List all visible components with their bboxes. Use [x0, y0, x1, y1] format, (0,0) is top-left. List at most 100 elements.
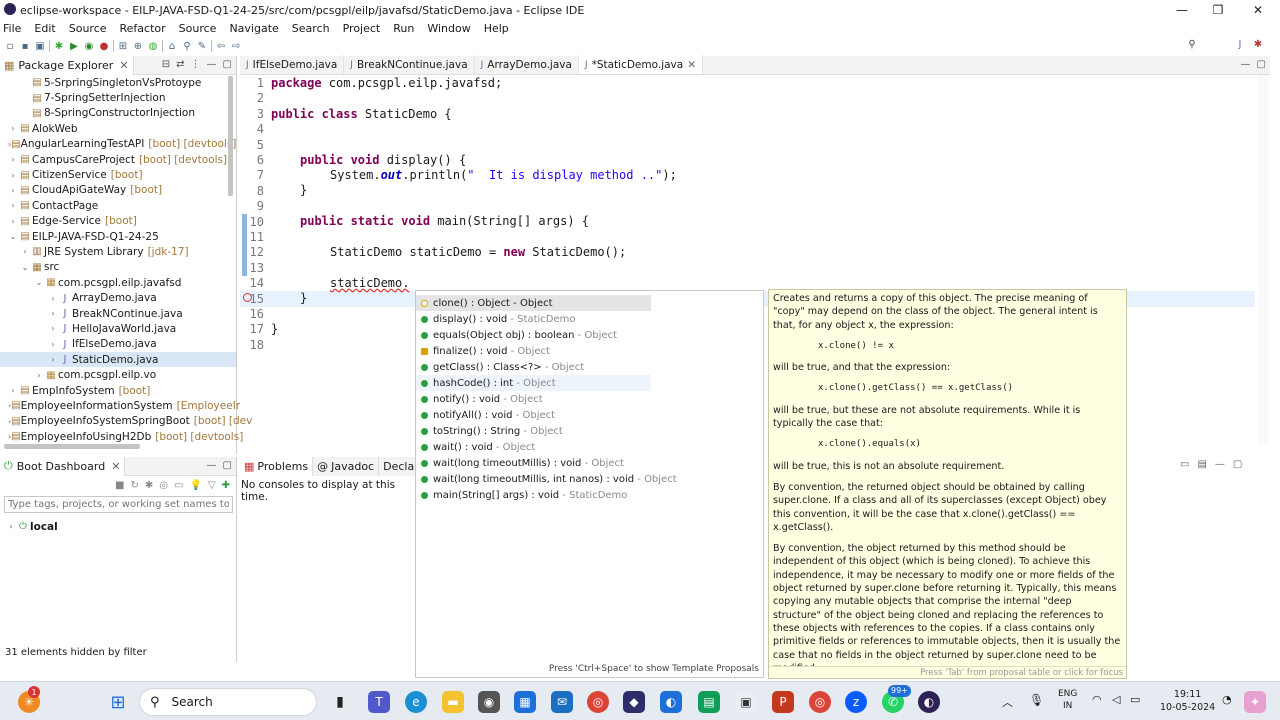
tab-ifelsedemo[interactable]: J IfElseDemo.java [240, 55, 345, 74]
expand-arrow-icon[interactable]: › [20, 247, 30, 256]
menu-search[interactable]: Search [292, 22, 330, 35]
chrome-icon[interactable]: ◎ [587, 691, 609, 713]
expand-arrow-icon[interactable]: › [8, 217, 18, 226]
maximize-view-icon[interactable]: ▢ [223, 59, 232, 70]
link-editor-icon[interactable]: ⇄ [176, 59, 184, 70]
tree-item[interactable]: ▤ 7-SpringSetterInjection [0, 90, 236, 105]
tab-package-explorer[interactable]: ▦ Package Explorer ✕ [0, 55, 134, 75]
new-package-icon[interactable]: ⊕ [132, 41, 144, 52]
powerpoint-icon[interactable]: P [772, 691, 794, 713]
tree-item[interactable]: › ▤ AngularLearningTestAPI [boot] [devtools… [0, 137, 236, 152]
menu-window[interactable]: Window [427, 22, 470, 35]
tree-item[interactable]: › ▤ EmployeeInfoUsingH2Db [boot] [devtools] [0, 429, 243, 444]
expand-arrow-icon[interactable]: ⌄ [34, 278, 44, 287]
restart-icon[interactable]: ↻ [130, 480, 138, 491]
tree-item[interactable]: › J IfElseDemo.java [0, 337, 236, 352]
tab-arraydemo[interactable]: J ArrayDemo.java [475, 55, 579, 74]
expand-arrow-icon[interactable]: › [8, 155, 18, 164]
tree-item[interactable]: › ▥ JRE System Library [jdk-17] [0, 244, 236, 259]
proposal-item[interactable]: equals(Object obj) : boolean - Object [416, 327, 763, 343]
tree-item[interactable]: ⌄ ▦ src [0, 260, 236, 275]
open-type-icon[interactable]: ⌂ [166, 41, 178, 52]
collapse-all-icon[interactable]: ⊟ [162, 59, 170, 70]
coverage-icon[interactable]: ◉ [83, 41, 95, 52]
task-view-icon[interactable]: ▮ [329, 691, 351, 713]
proposal-item[interactable]: display() : void - StaticDemo [416, 311, 763, 327]
tree-item[interactable]: › ▦ com.pcsgpl.eilp.vo [0, 367, 236, 382]
expand-arrow-icon[interactable]: › [48, 340, 58, 349]
save-icon[interactable]: ▪ [19, 41, 31, 52]
tree-item[interactable]: ▤ 5-SrpringSingletonVsProtoype [0, 75, 236, 90]
tab-problems[interactable]: ▦ Problems [240, 456, 314, 476]
tree-item[interactable]: ▤ 8-SpringConstructorInjection [0, 106, 236, 121]
expand-arrow-icon[interactable]: › [8, 386, 18, 395]
menu-help[interactable]: Help [484, 22, 509, 35]
proposal-item[interactable]: hashCode() : int - Object [416, 375, 651, 391]
expand-arrow-icon[interactable]: ⌄ [8, 232, 18, 241]
minimize-view-icon[interactable]: — [1215, 459, 1225, 470]
add-icon[interactable]: ✚ [222, 480, 230, 491]
bulb-icon[interactable]: 💡 [189, 480, 201, 491]
minimize-editor-icon[interactable]: — [1241, 59, 1251, 70]
taskbar-search[interactable]: ⚲ Search [139, 688, 317, 716]
app-icon[interactable]: ◐ [660, 691, 682, 713]
expand-arrow-icon[interactable]: › [8, 186, 18, 195]
expand-arrow-icon[interactable]: › [8, 171, 18, 180]
debug-icon[interactable]: ✱ [145, 480, 153, 491]
open-console-icon[interactable]: ▤ [1197, 459, 1206, 470]
menu-source[interactable]: Source [69, 22, 107, 35]
proposal-item[interactable]: getClass() : Class<?> - Object [416, 359, 763, 375]
proposal-item[interactable]: toString() : String - Object [416, 423, 763, 439]
console-display-icon[interactable]: ▭ [1180, 459, 1189, 470]
console-icon[interactable]: ▭ [174, 480, 183, 491]
tree-item[interactable]: › ▤ EmployeeInfoSystemSpringBoot [boot] [de… [0, 414, 252, 429]
new-class-icon[interactable]: ◍ [147, 41, 159, 52]
tree-item[interactable]: › ▤ Edge-Service [boot] [0, 214, 236, 229]
proposal-item[interactable]: main(String[] args) : void - StaticDemo [416, 487, 763, 503]
pin-icon[interactable]: ✎ [196, 41, 208, 52]
tree-item[interactable]: › ▤ EmpInfoSystem [boot] [0, 383, 236, 398]
notepad-icon[interactable]: ▤ [698, 691, 720, 713]
tab-staticdemo[interactable]: J *StaticDemo.java ✕ [578, 55, 704, 74]
tree-item[interactable]: › J ArrayDemo.java [0, 290, 236, 305]
tree-scrollbar[interactable] [228, 76, 233, 196]
external-tools-icon[interactable]: ● [98, 41, 110, 52]
expand-arrow-icon[interactable]: › [8, 124, 18, 133]
expand-arrow-icon[interactable]: › [8, 201, 18, 210]
file-explorer-icon[interactable]: ▬ [442, 691, 464, 713]
menu-refactor[interactable]: Refactor [120, 22, 166, 35]
new-java-project-icon[interactable]: ⊞ [117, 41, 129, 52]
proposal-item[interactable]: notifyAll() : void - Object [416, 407, 763, 423]
proposal-item[interactable]: wait() : void - Object [416, 439, 763, 455]
expand-arrow-icon[interactable]: › [48, 309, 58, 318]
minimize-button[interactable]: — [1164, 0, 1200, 20]
tab-boot-dashboard[interactable]: ⏻ Boot Dashboard ✕ [0, 456, 126, 476]
tree-item[interactable]: › ▤ CitizenService [boot] [0, 167, 236, 182]
filter-icon[interactable]: ▽ [208, 480, 216, 491]
proposal-item[interactable]: wait(long timeoutMillis) : void - Object [416, 455, 763, 471]
tree-item[interactable]: › J BreakNContinue.java [0, 306, 236, 321]
close-icon[interactable]: ✕ [111, 460, 120, 473]
tree-item[interactable]: › ▤ AlokWeb [0, 121, 236, 136]
perspective-debug-icon[interactable]: ✱ [1252, 39, 1264, 50]
tree-item[interactable]: ⌄ ▦ com.pcsgpl.eilp.javafsd [0, 275, 236, 290]
windows-start-icon[interactable]: ⊞ [107, 691, 129, 713]
copilot-icon[interactable]: ✦ [1244, 691, 1266, 713]
save-all-icon[interactable]: ▣ [34, 41, 46, 52]
proposal-item[interactable]: finalize() : void - Object [416, 343, 763, 359]
language-indicator[interactable]: ENG IN [1058, 688, 1077, 712]
tree-item[interactable]: › ▤ CampusCareProject [boot] [devtools] [0, 152, 236, 167]
maximize-editor-icon[interactable]: ▢ [1257, 59, 1266, 70]
menu-project[interactable]: Project [343, 22, 381, 35]
filter-input[interactable] [4, 496, 233, 513]
show-hidden-icons-icon[interactable]: ︿ [1002, 694, 1013, 710]
mail-icon[interactable]: ✉ [551, 691, 573, 713]
view-menu-icon[interactable]: ⋮ [191, 59, 201, 70]
maximize-button[interactable]: ❐ [1200, 0, 1236, 20]
stop-icon[interactable]: ■ [115, 480, 124, 491]
minimize-view-icon[interactable]: — [207, 460, 217, 471]
edge-icon[interactable]: e [405, 691, 427, 713]
store-icon[interactable]: ▦ [514, 691, 536, 713]
battery-icon[interactable]: ▭ [1130, 693, 1140, 706]
back-icon[interactable]: ⇦ [215, 41, 227, 52]
